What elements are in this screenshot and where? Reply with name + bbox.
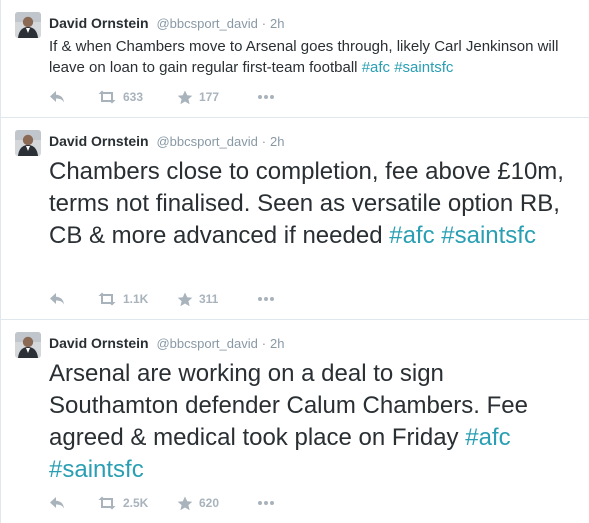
reply-arrow-icon (50, 293, 64, 305)
retweet-icon (98, 292, 116, 306)
tweet-body: If & when Chambers move to Arsenal goes … (49, 38, 559, 76)
tweet-timeline: David Ornstein @bbcsport_david · 2h If &… (0, 0, 589, 523)
retweet-count: 633 (123, 90, 144, 104)
more-button[interactable] (257, 500, 287, 506)
reply-arrow-icon (50, 497, 64, 509)
retweet-button[interactable]: 2.5K (97, 496, 177, 510)
timestamp[interactable]: 2h (270, 336, 284, 351)
more-dots-icon (258, 501, 274, 505)
tweet-body: Arsenal are working on a deal to sign So… (49, 360, 528, 451)
avatar-image (15, 332, 41, 358)
meta-separator: · (261, 16, 267, 31)
tweet-text: Chambers close to completion, fee above … (49, 156, 576, 252)
reply-button[interactable] (49, 496, 97, 510)
hashtag-link[interactable]: #saintsfc (441, 222, 536, 249)
retweet-count: 2.5K (123, 496, 149, 510)
meta-separator: · (261, 134, 267, 149)
more-button[interactable] (257, 94, 287, 100)
tweet-header: David Ornstein @bbcsport_david · 2h (49, 14, 284, 33)
avatar-image (15, 12, 41, 38)
star-icon (177, 90, 193, 104)
reply-button[interactable] (49, 90, 97, 104)
retweet-button[interactable]: 1.1K (97, 292, 177, 306)
tweet-item[interactable]: David Ornstein @bbcsport_david · 2h If &… (1, 0, 589, 118)
retweet-count: 1.1K (123, 292, 149, 306)
tweet-header: David Ornstein @bbcsport_david · 2h (49, 334, 284, 353)
star-icon (177, 292, 193, 306)
tweet-text: If & when Chambers move to Arsenal goes … (49, 36, 576, 78)
favorite-count: 177 (199, 90, 220, 104)
hashtag-link[interactable]: #afc (389, 222, 434, 249)
author-name[interactable]: David Ornstein (49, 133, 149, 149)
meta-separator: · (261, 336, 267, 351)
tweet-text: Arsenal are working on a deal to sign So… (49, 358, 576, 486)
author-handle[interactable]: @bbcsport_david (156, 336, 257, 351)
author-handle[interactable]: @bbcsport_david (156, 134, 257, 149)
hashtag-link[interactable]: #afc (362, 59, 390, 76)
reply-arrow-icon (50, 91, 64, 103)
favorite-button[interactable]: 177 (177, 90, 257, 105)
avatar[interactable] (15, 130, 41, 156)
tweet-actions: 1.1K 311 (49, 290, 287, 308)
author-name[interactable]: David Ornstein (49, 15, 149, 31)
hashtag-link[interactable]: #afc (465, 424, 510, 451)
tweet-actions: 633 177 (49, 88, 287, 106)
avatar-image (15, 130, 41, 156)
more-button[interactable] (257, 296, 287, 302)
hashtag-link[interactable]: #saintsfc (394, 59, 453, 76)
favorite-button[interactable]: 620 (177, 496, 257, 511)
tweet-actions: 2.5K 620 (49, 494, 287, 512)
author-handle[interactable]: @bbcsport_david (156, 16, 257, 31)
avatar[interactable] (15, 332, 41, 358)
more-dots-icon (258, 95, 274, 99)
favorite-count: 311 (199, 292, 219, 306)
timestamp[interactable]: 2h (270, 16, 284, 31)
favorite-count: 620 (199, 496, 220, 510)
hashtag-link[interactable]: #saintsfc (49, 456, 144, 483)
timestamp[interactable]: 2h (270, 134, 284, 149)
tweet-header: David Ornstein @bbcsport_david · 2h (49, 132, 284, 151)
favorite-button[interactable]: 311 (177, 292, 257, 307)
more-dots-icon (258, 297, 274, 301)
tweet-item[interactable]: David Ornstein @bbcsport_david · 2h Arse… (1, 320, 589, 523)
tweet-item[interactable]: David Ornstein @bbcsport_david · 2h Cham… (1, 118, 589, 320)
retweet-icon (98, 90, 116, 104)
star-icon (177, 496, 193, 510)
retweet-button[interactable]: 633 (97, 90, 177, 104)
avatar[interactable] (15, 12, 41, 38)
reply-button[interactable] (49, 292, 97, 306)
retweet-icon (98, 496, 116, 510)
author-name[interactable]: David Ornstein (49, 335, 149, 351)
